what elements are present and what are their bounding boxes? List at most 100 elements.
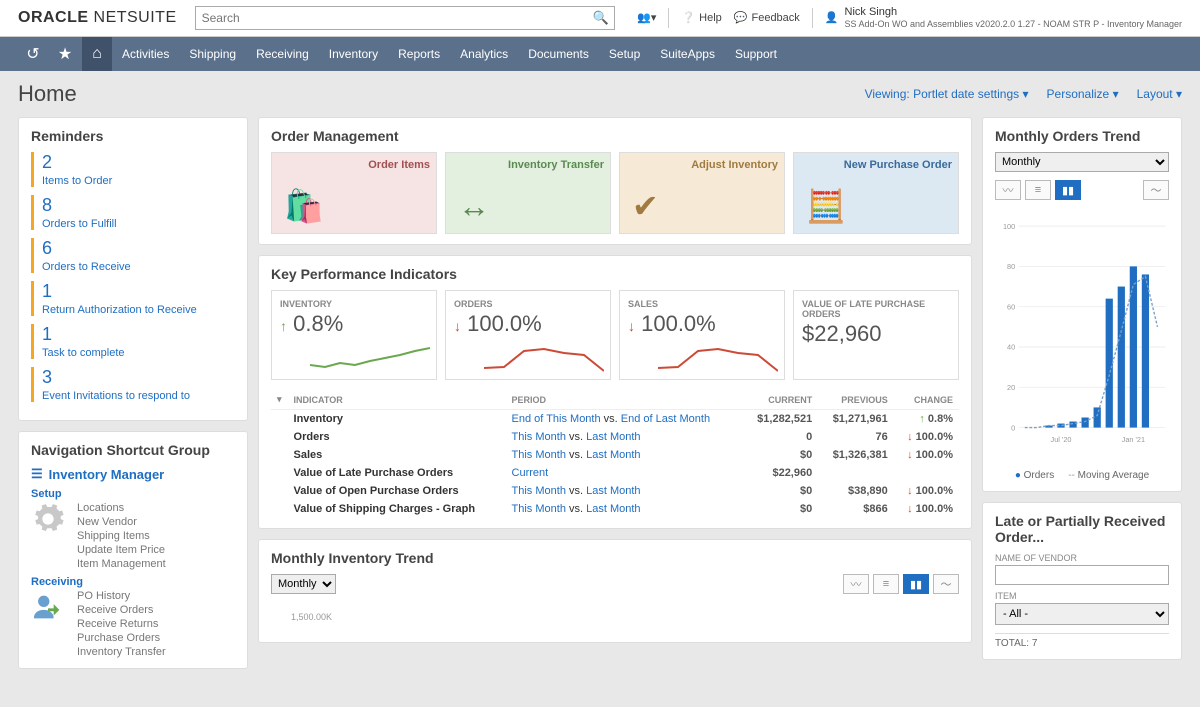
reminder-item[interactable]: 6Orders to Receive bbox=[31, 238, 235, 273]
reminder-count: 3 bbox=[42, 367, 235, 388]
viewing-dropdown[interactable]: Viewing: Portlet date settings ▾ bbox=[865, 87, 1029, 101]
chart-type-bar-icon[interactable]: ▮▮ bbox=[903, 574, 929, 594]
chart-type-line-icon[interactable]: 〜 bbox=[1143, 180, 1169, 200]
receiving-icon bbox=[31, 590, 65, 624]
table-header[interactable]: INDICATOR bbox=[288, 390, 506, 410]
shortcut-link[interactable]: Receive Orders bbox=[77, 604, 166, 616]
kpi-card[interactable]: INVENTORY↑ 0.8% bbox=[271, 290, 437, 380]
shortcut-link[interactable]: PO History bbox=[77, 590, 166, 602]
reminder-item[interactable]: 3 Event Invitations to respond to bbox=[31, 367, 235, 402]
user-info[interactable]: 👤 Nick Singh SS Add-On WO and Assemblies… bbox=[825, 6, 1182, 30]
quick-action-tile[interactable]: Order Items🛍️ bbox=[271, 152, 437, 234]
user-name: Nick Singh bbox=[845, 6, 1183, 19]
shortcut-link[interactable]: New Vendor bbox=[77, 516, 166, 528]
chart-type-area-icon[interactable]: 〰 bbox=[843, 574, 869, 594]
chart-type-line-icon[interactable]: 〜 bbox=[933, 574, 959, 594]
bar[interactable] bbox=[1142, 274, 1149, 427]
bar[interactable] bbox=[1118, 287, 1125, 428]
reminder-item[interactable]: 2Items to Order bbox=[31, 152, 235, 187]
orders-trend-chart: 020406080100Jul '20Jan '21 bbox=[995, 206, 1169, 466]
reminder-label: Return Authorization to Receive bbox=[42, 304, 197, 316]
kpi-card[interactable]: VALUE OF LATE PURCHASE ORDERS $22,960 bbox=[793, 290, 959, 380]
bar[interactable] bbox=[1082, 418, 1089, 428]
layout-dropdown[interactable]: Layout ▾ bbox=[1137, 87, 1182, 101]
brand-logo: ORACLE NETSUITE bbox=[18, 9, 177, 27]
nav-item[interactable]: Inventory bbox=[329, 47, 378, 61]
quick-action-tile[interactable]: Adjust Inventory✔ bbox=[619, 152, 785, 234]
shortcut-persona[interactable]: ☰Inventory Manager bbox=[31, 466, 235, 482]
nav-item[interactable]: Receiving bbox=[256, 47, 309, 61]
help-link[interactable]: ❔Help bbox=[681, 11, 721, 24]
table-row: InventoryEnd of This Month vs. End of La… bbox=[271, 410, 959, 429]
x-tick: Jan '21 bbox=[1122, 435, 1145, 444]
shortcut-link[interactable]: Inventory Transfer bbox=[77, 646, 166, 658]
nav-item[interactable]: Analytics bbox=[460, 47, 508, 61]
quick-action-tile[interactable]: New Purchase Order🧮 bbox=[793, 152, 959, 234]
table-row: Value of Shipping Charges - GraphThis Mo… bbox=[271, 500, 959, 518]
kpi-card[interactable]: ORDERS ↓ 100.0% bbox=[445, 290, 611, 380]
recent-icon[interactable]: ↺ bbox=[18, 37, 48, 71]
reminder-count: 1 bbox=[42, 281, 235, 302]
quick-action-tile[interactable]: Inventory Transfer↔ bbox=[445, 152, 611, 234]
inventory-trend-view-select[interactable]: Monthly bbox=[271, 574, 336, 594]
nav-item[interactable]: Activities bbox=[122, 47, 169, 61]
kpi-title: Key Performance Indicators bbox=[271, 266, 959, 282]
reminder-label: Task to complete bbox=[42, 347, 125, 359]
nav-item[interactable]: Setup bbox=[609, 47, 640, 61]
search-icon[interactable]: 🔍 bbox=[592, 10, 608, 26]
bar[interactable] bbox=[1106, 299, 1113, 428]
table-header[interactable]: PREVIOUS bbox=[818, 390, 894, 410]
shortcut-link[interactable]: Update Item Price bbox=[77, 544, 166, 556]
table-header[interactable]: CHANGE bbox=[894, 390, 959, 410]
order-mgmt-portlet: Order Management Order Items🛍️Inventory … bbox=[258, 117, 972, 245]
vendor-input[interactable] bbox=[995, 565, 1169, 585]
shortcut-link[interactable]: Locations bbox=[77, 502, 166, 514]
shortcut-link[interactable]: Item Management bbox=[77, 558, 166, 570]
reminder-item[interactable]: 1 Return Authorization to Receive bbox=[31, 281, 235, 316]
legend-item: ● Orders bbox=[1015, 470, 1054, 481]
chart-type-area-icon[interactable]: 〰 bbox=[995, 180, 1021, 200]
kpi-portlet: Key Performance Indicators INVENTORY↑ 0.… bbox=[258, 255, 972, 529]
nav-item[interactable]: Shipping bbox=[189, 47, 236, 61]
nav-item[interactable]: Support bbox=[735, 47, 777, 61]
x-tick: Jul '20 bbox=[1051, 435, 1072, 444]
kpi-value: ↓ 100.0% bbox=[454, 311, 602, 337]
current-cell: $1,282,521 bbox=[743, 410, 819, 429]
home-icon[interactable]: ⌂ bbox=[82, 37, 112, 71]
nav-item[interactable]: SuiteApps bbox=[660, 47, 715, 61]
late-orders-title: Late or Partially Received Order... bbox=[995, 513, 1169, 545]
feedback-icon: 💬 bbox=[734, 11, 748, 24]
orders-trend-view-select[interactable]: Monthly bbox=[995, 152, 1169, 172]
kpi-label: VALUE OF LATE PURCHASE ORDERS bbox=[802, 299, 950, 319]
orders-trend-portlet: Monthly Orders Trend Monthly 〰 ≡ ▮▮ 〜 02… bbox=[982, 117, 1182, 492]
help-icon: ❔ bbox=[681, 11, 695, 24]
nav-item[interactable]: Documents bbox=[528, 47, 589, 61]
kpi-label: ORDERS bbox=[454, 299, 602, 309]
reminder-item[interactable]: 1Task to complete bbox=[31, 324, 235, 359]
kpi-value: ↑ 0.8% bbox=[280, 311, 428, 337]
chart-type-bar-icon[interactable]: ▮▮ bbox=[1055, 180, 1081, 200]
nav-item[interactable]: Reports bbox=[398, 47, 440, 61]
reminder-label: Items to Order bbox=[42, 175, 112, 187]
chart-type-list-icon[interactable]: ≡ bbox=[1025, 180, 1051, 200]
shortcut-link[interactable]: Purchase Orders bbox=[77, 632, 166, 644]
shortcuts-portlet: Navigation Shortcut Group ☰Inventory Man… bbox=[18, 431, 248, 669]
role-switcher-icon[interactable]: 👥▾ bbox=[637, 11, 656, 24]
item-select[interactable]: - All - bbox=[995, 603, 1169, 625]
reminder-item[interactable]: 8Orders to Fulfill bbox=[31, 195, 235, 230]
feedback-link[interactable]: 💬Feedback bbox=[734, 11, 800, 24]
reminder-label: Event Invitations to respond to bbox=[42, 390, 190, 402]
order-mgmt-title: Order Management bbox=[271, 128, 959, 144]
favorites-icon[interactable]: ★ bbox=[50, 37, 80, 71]
personalize-dropdown[interactable]: Personalize ▾ bbox=[1047, 87, 1119, 101]
shortcut-link[interactable]: Receive Returns bbox=[77, 618, 166, 630]
table-header[interactable]: PERIOD bbox=[506, 390, 743, 410]
search-input[interactable] bbox=[195, 6, 615, 30]
kpi-card[interactable]: SALES↓ 100.0% bbox=[619, 290, 785, 380]
bar[interactable] bbox=[1130, 266, 1137, 427]
chart-type-list-icon[interactable]: ≡ bbox=[873, 574, 899, 594]
table-header[interactable]: CURRENT bbox=[743, 390, 819, 410]
main-nav: ↺ ★ ⌂ Activities Shipping Receiving Invento… bbox=[0, 37, 1200, 71]
shortcut-link[interactable]: Shipping Items bbox=[77, 530, 166, 542]
period-cell: End of This Month vs. End of Last Month bbox=[506, 410, 743, 429]
